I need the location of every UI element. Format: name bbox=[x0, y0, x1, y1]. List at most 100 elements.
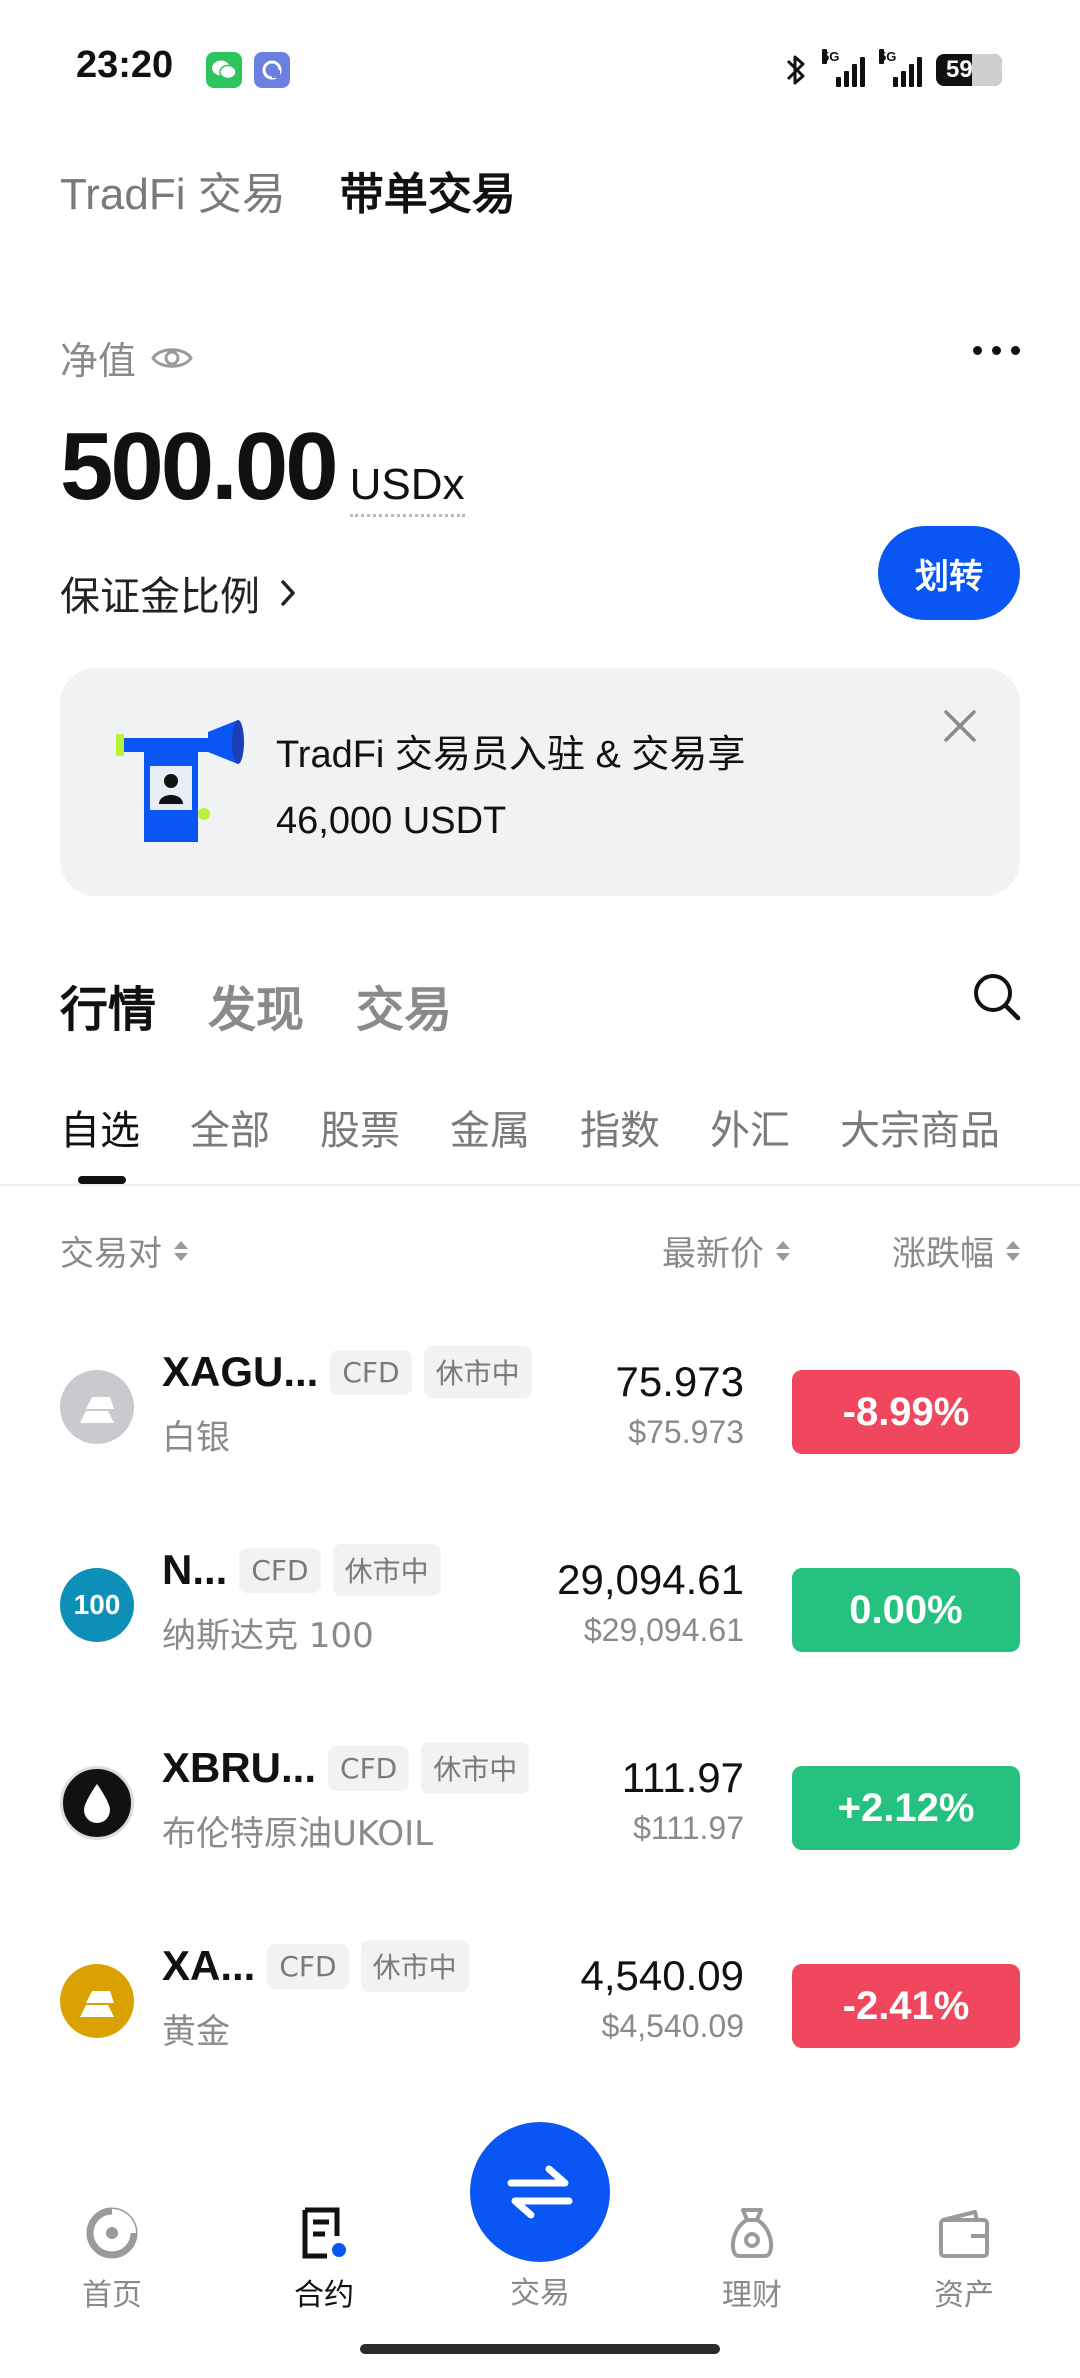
banner-amount: 46,000 USDT bbox=[276, 800, 507, 842]
banner-title: TradFi 交易员入驻 & 交易享 bbox=[276, 734, 746, 776]
sort-pair-button[interactable]: 交易对 bbox=[60, 1226, 188, 1275]
row-symbol: N... bbox=[162, 1546, 228, 1593]
network-label: 5G bbox=[822, 49, 840, 64]
active-tab-indicator bbox=[78, 1176, 126, 1184]
row-symbol: XAGU... bbox=[162, 1348, 319, 1395]
close-icon[interactable] bbox=[940, 706, 980, 746]
signal-icon: 5G bbox=[879, 49, 922, 87]
row-symbol: XA... bbox=[162, 1942, 256, 1989]
market-closed-badge: 休市中 bbox=[360, 1940, 469, 1992]
tab-copy-trading[interactable]: 带单交易 bbox=[340, 158, 516, 222]
cat-tab-forex[interactable]: 外汇 bbox=[710, 1098, 790, 1156]
margin-ratio-label: 保证金比例 bbox=[60, 574, 260, 620]
top-tabs: TradFi 交易 带单交易 bbox=[60, 158, 516, 222]
nav-contract[interactable]: 合约 bbox=[254, 2206, 394, 2314]
cat-tab-commodities[interactable]: 大宗商品 bbox=[840, 1098, 1000, 1156]
net-value-amount-row: 500.00 USDx bbox=[60, 412, 465, 522]
net-value-label: 净值 bbox=[60, 339, 137, 383]
nasdaq-100-icon: 100 bbox=[60, 1568, 134, 1642]
trumpet-illustration-icon bbox=[116, 720, 244, 842]
bluetooth-icon bbox=[786, 55, 805, 85]
nav-assets[interactable]: 资产 bbox=[894, 2206, 1034, 2314]
divider bbox=[0, 1184, 1080, 1186]
promo-banner[interactable]: TradFi 交易员入驻 & 交易享 46,000 USDT bbox=[60, 668, 1020, 896]
cat-tab-metals[interactable]: 金属 bbox=[450, 1098, 530, 1156]
status-right: 5G 5G 59 bbox=[784, 49, 1002, 90]
cat-tab-all[interactable]: 全部 bbox=[190, 1098, 270, 1156]
cfd-badge: CFD bbox=[239, 1547, 321, 1593]
logo-text: 100 bbox=[73, 1589, 121, 1620]
battery-level: 59 bbox=[946, 56, 973, 83]
row-price: 111.97 bbox=[621, 1754, 744, 1801]
net-value-header: 净值 bbox=[60, 330, 194, 385]
banner-text: TradFi 交易员入驻 & 交易享 46,000 USDT bbox=[276, 722, 745, 854]
sort-icon bbox=[174, 1240, 188, 1261]
column-pair-label: 交易对 bbox=[60, 1234, 162, 1274]
tab-discover[interactable]: 发现 bbox=[208, 970, 304, 1040]
tab-tradfi[interactable]: TradFi 交易 bbox=[60, 158, 286, 222]
nav-home[interactable]: 首页 bbox=[42, 2206, 182, 2314]
cat-tab-stocks[interactable]: 股票 bbox=[320, 1098, 400, 1156]
market-closed-badge: 休市中 bbox=[423, 1346, 532, 1398]
sort-icon bbox=[776, 1240, 790, 1261]
network-label: 5G bbox=[879, 49, 897, 64]
chevron-right-icon bbox=[281, 580, 295, 606]
cat-tab-indices[interactable]: 指数 bbox=[580, 1098, 660, 1156]
net-value-amount: 500.00 bbox=[60, 413, 339, 520]
tab-trade[interactable]: 交易 bbox=[356, 970, 452, 1040]
column-price-label: 最新价 bbox=[662, 1234, 764, 1274]
contract-icon bbox=[302, 2207, 346, 2259]
nav-assets-label: 资产 bbox=[934, 2278, 994, 2313]
row-price: 75.973 bbox=[615, 1358, 744, 1405]
row-name: 黄金 bbox=[162, 2012, 230, 2052]
row-price: 4,540.09 bbox=[580, 1952, 745, 1999]
row-symbol: XBRU... bbox=[162, 1744, 317, 1791]
change-badge[interactable]: 0.00% bbox=[792, 1568, 1020, 1652]
app-icon bbox=[254, 52, 290, 88]
bottom-nav: 首页 合约 交易 理财 资产 bbox=[0, 2122, 1080, 2326]
column-headers: 交易对 最新价 涨跌幅 bbox=[60, 1226, 1020, 1276]
nav-trade[interactable] bbox=[470, 2122, 610, 2262]
nav-home-label: 首页 bbox=[82, 2278, 142, 2313]
market-row[interactable]: XA... CFD 休市中 黄金 4,540.09 $4,540.09 -2.4… bbox=[60, 1930, 1020, 2070]
cat-tab-favorites[interactable]: 自选 bbox=[60, 1098, 140, 1156]
category-tabs: 自选 全部 股票 金属 指数 外汇 大宗商品 bbox=[60, 1098, 1000, 1156]
sort-icon bbox=[1006, 1240, 1020, 1261]
market-closed-badge: 休市中 bbox=[332, 1544, 441, 1596]
search-icon[interactable] bbox=[970, 970, 1022, 1022]
row-price-usd: $75.973 bbox=[628, 1414, 744, 1450]
nav-contract-label: 合约 bbox=[294, 2278, 354, 2313]
more-options-icon[interactable] bbox=[973, 346, 1020, 355]
status-time: 23:20 bbox=[76, 44, 174, 86]
change-badge[interactable]: +2.12% bbox=[792, 1766, 1020, 1850]
nav-trade-label: 交易 bbox=[510, 2276, 570, 2311]
eye-icon[interactable] bbox=[150, 343, 194, 373]
margin-ratio-link[interactable]: 保证金比例 bbox=[60, 564, 298, 622]
section-tabs: 行情 发现 交易 bbox=[60, 970, 452, 1040]
change-badge[interactable]: -2.41% bbox=[792, 1964, 1020, 2048]
cfd-badge: CFD bbox=[330, 1349, 412, 1395]
row-price: 29,094.61 bbox=[557, 1556, 744, 1603]
column-change-label: 涨跌幅 bbox=[892, 1234, 994, 1274]
row-name: 纳斯达克 100 bbox=[162, 1616, 374, 1656]
market-row[interactable]: XAGU... CFD 休市中 白银 75.973 $75.973 -8.99% bbox=[60, 1336, 1020, 1476]
row-price-usd: $29,094.61 bbox=[583, 1612, 744, 1648]
sort-price-button[interactable]: 最新价 bbox=[662, 1226, 790, 1275]
gold-icon bbox=[60, 1964, 134, 2038]
wallet-icon bbox=[939, 2210, 989, 2258]
transfer-button[interactable]: 划转 bbox=[878, 526, 1020, 620]
wechat-icon bbox=[206, 52, 242, 88]
home-indicator[interactable] bbox=[360, 2344, 720, 2354]
row-name: 白银 bbox=[162, 1418, 230, 1458]
cfd-badge: CFD bbox=[328, 1745, 410, 1791]
net-value-unit[interactable]: USDx bbox=[349, 460, 465, 517]
market-closed-badge: 休市中 bbox=[421, 1742, 530, 1794]
change-badge[interactable]: -8.99% bbox=[792, 1370, 1020, 1454]
nav-finance[interactable]: 理财 bbox=[682, 2206, 822, 2314]
market-row[interactable]: 100 N... CFD 休市中 纳斯达克 100 29,094.61 $29,… bbox=[60, 1534, 1020, 1674]
oil-drop-icon bbox=[60, 1766, 134, 1840]
sort-change-button[interactable]: 涨跌幅 bbox=[892, 1226, 1020, 1275]
tab-market[interactable]: 行情 bbox=[60, 970, 156, 1040]
finance-icon bbox=[730, 2208, 774, 2258]
market-row[interactable]: XBRU... CFD 休市中 布伦特原油UKOIL 111.97 $111.9… bbox=[60, 1732, 1020, 1872]
